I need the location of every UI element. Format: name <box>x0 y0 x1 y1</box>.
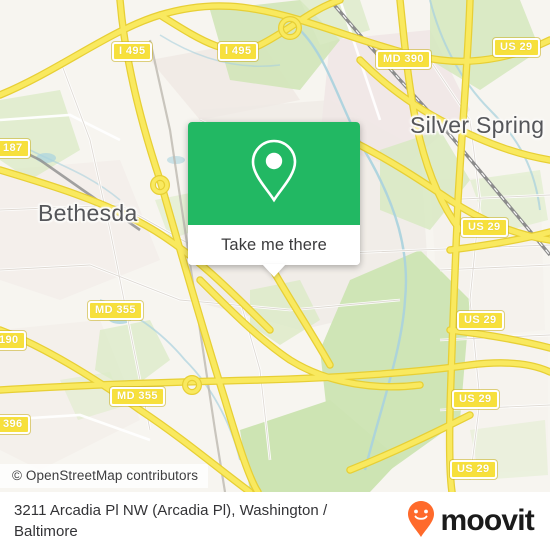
marker-card-header <box>188 122 360 225</box>
take-me-there-label: Take me there <box>221 235 327 254</box>
road-shield-187: 187 <box>0 139 30 158</box>
take-me-there-button[interactable]: Take me there <box>188 225 360 265</box>
road-shield-md355-lower: MD 355 <box>110 387 165 406</box>
road-shield-i495-west: I 495 <box>112 42 153 61</box>
map-canvas[interactable]: Bethesda Silver Spring I 495 I 495 MD 39… <box>0 0 550 492</box>
osm-attribution[interactable]: © OpenStreetMap contributors <box>0 464 209 488</box>
road-shield-us29-bottom: US 29 <box>450 460 497 479</box>
footer-bar: 3211 Arcadia Pl NW (Arcadia Pl), Washing… <box>0 492 550 550</box>
map-screenshot-root: Bethesda Silver Spring I 495 I 495 MD 39… <box>0 0 550 550</box>
road-shield-i495-east: I 495 <box>218 42 259 61</box>
road-shield-us29-lower: US 29 <box>452 390 499 409</box>
road-shield-md390: MD 390 <box>376 50 431 69</box>
moovit-wordmark: moovit <box>440 504 534 537</box>
location-pin-icon <box>247 137 301 210</box>
road-shield-396: 396 <box>0 415 30 434</box>
road-shield-md355-upper: MD 355 <box>88 301 143 320</box>
location-marker-card[interactable]: Take me there <box>188 122 360 277</box>
road-shield-us29-upper: US 29 <box>461 218 508 237</box>
road-shield-190: 190 <box>0 331 26 350</box>
moovit-logo[interactable]: moovit <box>406 500 536 543</box>
address-label: 3211 Arcadia Pl NW (Arcadia Pl), Washing… <box>14 502 328 540</box>
road-shield-us29-mid: US 29 <box>457 311 504 330</box>
road-shield-us29-top: US 29 <box>493 38 540 57</box>
marker-card-tail <box>262 264 286 277</box>
moovit-smiley-pin-icon <box>406 500 436 543</box>
